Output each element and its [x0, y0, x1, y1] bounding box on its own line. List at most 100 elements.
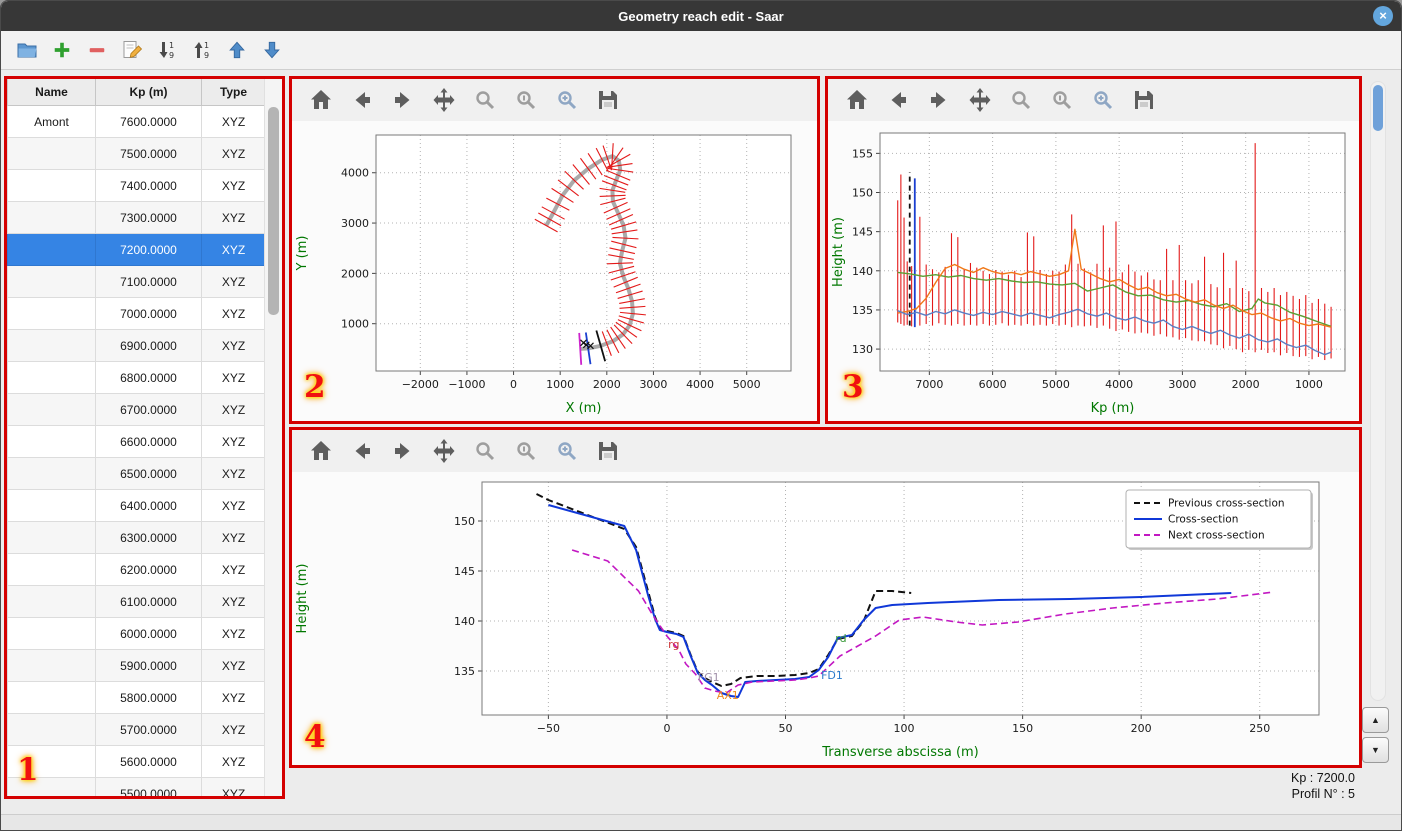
cell-kp[interactable]: 5600.0000	[95, 745, 202, 778]
zoom-button[interactable]	[470, 436, 500, 466]
save-button[interactable]	[593, 436, 623, 466]
table-row[interactable]: 6900.0000 XYZ	[7, 329, 265, 362]
cell-name[interactable]	[7, 233, 96, 266]
cell-type[interactable]: XYZ	[201, 393, 265, 426]
table-row[interactable]: 6000.0000 XYZ	[7, 617, 265, 650]
cell-name[interactable]	[7, 297, 96, 330]
subplots-button[interactable]	[511, 85, 541, 115]
add-profile-button[interactable]	[46, 35, 78, 65]
cell-kp[interactable]: 7400.0000	[95, 169, 202, 202]
table-row[interactable]: 6300.0000 XYZ	[7, 521, 265, 554]
cell-name[interactable]	[7, 713, 96, 746]
table-row[interactable]: 6400.0000 XYZ	[7, 489, 265, 522]
plan-canvas[interactable]: −2000 −1000 0 1000 2000 3000 4000 5000 1000 2000 3…	[292, 121, 817, 421]
cell-kp[interactable]: 6100.0000	[95, 585, 202, 618]
cell-kp[interactable]: 5800.0000	[95, 681, 202, 714]
cell-kp[interactable]: 6200.0000	[95, 553, 202, 586]
cell-type[interactable]: XYZ	[201, 777, 265, 796]
cell-kp[interactable]: 6900.0000	[95, 329, 202, 362]
back-button[interactable]	[347, 85, 377, 115]
table-row[interactable]: 7000.0000 XYZ	[7, 297, 265, 330]
cell-type[interactable]: XYZ	[201, 489, 265, 522]
pan-button[interactable]	[429, 85, 459, 115]
cell-name[interactable]	[7, 265, 96, 298]
cell-type[interactable]: XYZ	[201, 617, 265, 650]
cell-kp[interactable]: 7500.0000	[95, 137, 202, 170]
subplots-button[interactable]	[511, 436, 541, 466]
edit-profile-button[interactable]	[116, 35, 148, 65]
pan-button[interactable]	[965, 85, 995, 115]
cell-type[interactable]: XYZ	[201, 745, 265, 778]
home-button[interactable]	[306, 85, 336, 115]
table-row[interactable]: 7200.0000 XYZ	[7, 233, 265, 266]
open-file-button[interactable]	[11, 35, 43, 65]
cell-kp[interactable]: 6400.0000	[95, 489, 202, 522]
cell-type[interactable]: XYZ	[201, 361, 265, 394]
table-row[interactable]: 7400.0000 XYZ	[7, 169, 265, 202]
sort-ascending-button[interactable]: 19	[186, 35, 218, 65]
cell-name[interactable]	[7, 201, 96, 234]
cell-type[interactable]: XYZ	[201, 233, 265, 266]
table-row[interactable]: 6800.0000 XYZ	[7, 361, 265, 394]
cell-type[interactable]: XYZ	[201, 713, 265, 746]
table-row[interactable]: 7300.0000 XYZ	[7, 201, 265, 234]
cell-name[interactable]	[7, 681, 96, 714]
cell-type[interactable]: XYZ	[201, 425, 265, 458]
zoom-button[interactable]	[470, 85, 500, 115]
cell-type[interactable]: XYZ	[201, 553, 265, 586]
profile-canvas[interactable]: 7000 6000 5000 4000 3000 2000 1000 130 135 140 145…	[828, 121, 1359, 421]
forward-button[interactable]	[388, 436, 418, 466]
cell-type[interactable]: XYZ	[201, 105, 265, 138]
column-header[interactable]: Kp (m)	[95, 79, 202, 106]
cell-kp[interactable]: 5900.0000	[95, 649, 202, 682]
cell-type[interactable]: XYZ	[201, 649, 265, 682]
cell-type[interactable]: XYZ	[201, 329, 265, 362]
remove-profile-button[interactable]	[81, 35, 113, 65]
cell-type[interactable]: XYZ	[201, 265, 265, 298]
cell-kp[interactable]: 6600.0000	[95, 425, 202, 458]
close-icon[interactable]: ×	[1373, 6, 1393, 26]
cell-name[interactable]	[7, 457, 96, 490]
save-button[interactable]	[1129, 85, 1159, 115]
table-row[interactable]: 6600.0000 XYZ	[7, 425, 265, 458]
table-scrollbar-thumb[interactable]	[268, 107, 279, 315]
cell-type[interactable]: XYZ	[201, 585, 265, 618]
cell-kp[interactable]: 7300.0000	[95, 201, 202, 234]
cell-kp[interactable]: 5700.0000	[95, 713, 202, 746]
zoom-button[interactable]	[1006, 85, 1036, 115]
cell-type[interactable]: XYZ	[201, 137, 265, 170]
table-row[interactable]: 6500.0000 XYZ	[7, 457, 265, 490]
table-row[interactable]: 5600.0000 XYZ	[7, 745, 265, 778]
back-button[interactable]	[347, 436, 377, 466]
cross-section-plot[interactable]: −50 0 50 100 150 200 250 135 140 145 150 rg FG1 AX1 FD…	[292, 472, 1359, 765]
cell-kp[interactable]: 6300.0000	[95, 521, 202, 554]
cell-name[interactable]	[7, 361, 96, 394]
window-scrollbar[interactable]	[1370, 81, 1386, 701]
cell-kp[interactable]: 7100.0000	[95, 265, 202, 298]
cell-kp[interactable]: 6000.0000	[95, 617, 202, 650]
customize-button[interactable]	[1088, 85, 1118, 115]
move-down-button[interactable]	[256, 35, 288, 65]
cross-canvas[interactable]: −50 0 50 100 150 200 250 135 140 145 150 rg FG1 AX1 FD…	[292, 472, 1359, 765]
cell-type[interactable]: XYZ	[201, 297, 265, 330]
cell-type[interactable]: XYZ	[201, 201, 265, 234]
cell-kp[interactable]: 6500.0000	[95, 457, 202, 490]
home-button[interactable]	[306, 436, 336, 466]
table-row[interactable]: 7100.0000 XYZ	[7, 265, 265, 298]
customize-button[interactable]	[552, 436, 582, 466]
pan-button[interactable]	[429, 436, 459, 466]
cell-name[interactable]	[7, 425, 96, 458]
forward-button[interactable]	[924, 85, 954, 115]
cell-name[interactable]	[7, 553, 96, 586]
sort-descending-button[interactable]: 19	[151, 35, 183, 65]
plan-view-plot[interactable]: −2000 −1000 0 1000 2000 3000 4000 5000 1000 2000 3…	[292, 121, 817, 421]
forward-button[interactable]	[388, 85, 418, 115]
cell-name[interactable]	[7, 649, 96, 682]
table-row[interactable]: 5900.0000 XYZ	[7, 649, 265, 682]
table-row[interactable]: 5500.0000 XYZ	[7, 777, 265, 796]
home-button[interactable]	[842, 85, 872, 115]
table-scrollbar[interactable]	[264, 79, 282, 796]
cell-type[interactable]: XYZ	[201, 457, 265, 490]
table-row[interactable]: 7500.0000 XYZ	[7, 137, 265, 170]
longitudinal-profile-plot[interactable]: 7000 6000 5000 4000 3000 2000 1000 130 135 140 145…	[828, 121, 1359, 421]
